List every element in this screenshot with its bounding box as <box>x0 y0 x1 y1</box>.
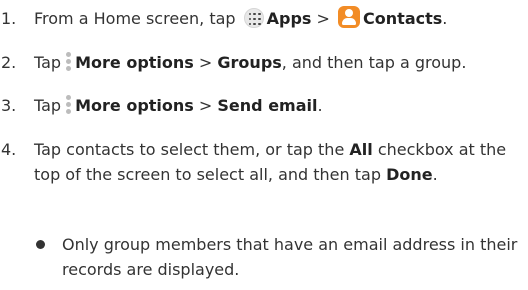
step-4: 4. Tap contacts to select them, or tap t… <box>0 137 528 212</box>
step-number: 1. <box>1 9 17 28</box>
step-text-plain: . <box>442 9 448 28</box>
step-number: 4. <box>1 140 17 159</box>
contacts-label: Contacts <box>363 9 443 28</box>
step-text-plain: . <box>317 96 323 115</box>
note-bullet: Only group members that have an email ad… <box>34 232 524 282</box>
step-number: 2. <box>1 53 17 72</box>
bullet-text: Only group members that have an email ad… <box>62 235 518 279</box>
step-text-plain: Tap contacts to select them, or tap the <box>34 140 345 159</box>
step-text: Tap More options > Groups, and then tap … <box>34 50 524 75</box>
apps-grid-icon <box>243 8 264 28</box>
chevron-separator: > <box>198 96 213 115</box>
chevron-separator: > <box>316 9 330 28</box>
step-text-plain: . <box>432 165 438 184</box>
step-number: 3. <box>1 96 17 115</box>
step-text-plain: Tap <box>34 96 62 115</box>
step-text-plain: , and then tap a group. <box>281 53 467 72</box>
step-text-plain: Tap <box>34 53 62 72</box>
all-label: All <box>349 140 373 159</box>
bullet-dot <box>36 240 45 249</box>
apps-label: Apps <box>266 9 312 28</box>
more-options-kebab-icon <box>65 50 73 72</box>
step-text: Tap More options > Send email. <box>34 93 524 118</box>
more-options-label: More options <box>75 53 194 72</box>
contacts-icon <box>338 6 361 28</box>
step-text: Tap contacts to select them, or tap the … <box>34 137 514 187</box>
step-text: From a Home screen, tap Apps > Contacts. <box>34 6 524 31</box>
done-label: Done <box>386 165 433 184</box>
step-text-plain: From a Home screen, tap <box>34 9 236 28</box>
more-options-label: More options <box>75 96 194 115</box>
chevron-separator: > <box>198 53 213 72</box>
step-1: 1. From a Home screen, tap Apps > Contac… <box>0 6 528 31</box>
step-2: 2. Tap More options > Groups, and then t… <box>0 50 528 75</box>
more-options-kebab-icon <box>65 93 73 115</box>
step-3: 3. Tap More options > Send email. <box>0 93 528 118</box>
send-email-label: Send email <box>217 96 318 115</box>
groups-label: Groups <box>217 53 282 72</box>
